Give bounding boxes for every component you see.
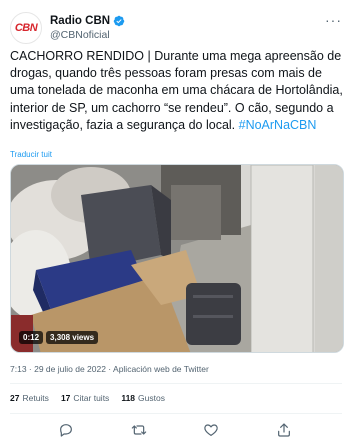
video-duration: 0:12 xyxy=(19,331,44,344)
reply-icon xyxy=(60,424,73,437)
tweet-actions xyxy=(0,418,350,442)
hashtag-link[interactable]: #NoArNaCBN xyxy=(239,118,317,132)
author-handle[interactable]: @CBNoficial xyxy=(50,28,125,42)
video-frame xyxy=(11,165,343,352)
tweet-header: CBN Radio CBN @CBNoficial ··· xyxy=(10,10,342,46)
divider xyxy=(10,413,342,414)
retweets-count: 27 xyxy=(10,393,20,403)
author-name[interactable]: Radio CBN xyxy=(50,14,110,28)
avatar-logo: CBN xyxy=(14,22,38,34)
verified-icon xyxy=(113,15,125,27)
like-icon xyxy=(204,424,219,436)
video-badges: 0:12 3,308 views xyxy=(19,331,99,344)
retweets-stat[interactable]: 27 Retuits xyxy=(10,393,49,403)
retweet-button[interactable] xyxy=(130,421,148,439)
divider xyxy=(10,383,342,384)
avatar[interactable]: CBN xyxy=(10,12,42,44)
reply-button[interactable] xyxy=(57,421,75,439)
tweet-timestamp[interactable]: 7:13 · 29 de julio de 2022 · Aplicación … xyxy=(10,364,209,374)
video-views: 3,308 views xyxy=(46,331,99,344)
quotes-stat[interactable]: 17 Citar tuits xyxy=(61,393,109,403)
quotes-label: Citar tuits xyxy=(73,393,110,403)
retweets-label: Retuits xyxy=(22,393,49,403)
translate-link[interactable]: Traducir tuit xyxy=(10,150,52,159)
likes-stat[interactable]: 118 Gustos xyxy=(121,393,165,403)
tweet-card: CBN Radio CBN @CBNoficial ··· CACHORRO R… xyxy=(0,0,350,445)
video-player[interactable]: 0:12 3,308 views xyxy=(10,164,344,353)
likes-label: Gustos xyxy=(138,393,165,403)
tweet-text: CACHORRO RENDIDO | Durante uma mega apre… xyxy=(10,48,344,134)
more-icon[interactable]: ··· xyxy=(325,12,342,28)
retweet-icon xyxy=(131,425,147,435)
like-button[interactable] xyxy=(202,421,220,439)
author-name-row: Radio CBN xyxy=(50,14,125,28)
author-block: Radio CBN @CBNoficial xyxy=(50,14,125,42)
share-icon xyxy=(277,423,290,437)
quotes-count: 17 xyxy=(60,393,71,403)
likes-count: 118 xyxy=(121,393,136,403)
tweet-stats: 27 Retuits 17 Citar tuits 118 Gustos xyxy=(10,393,165,403)
share-button[interactable] xyxy=(275,421,293,439)
